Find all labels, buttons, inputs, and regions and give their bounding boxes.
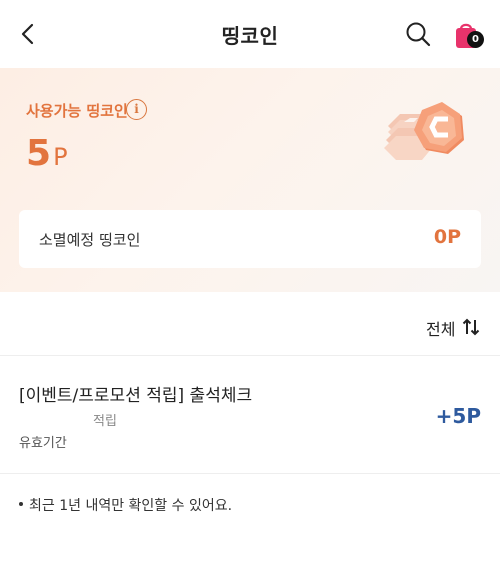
sort-icon[interactable] [462, 317, 480, 337]
search-icon[interactable] [404, 20, 432, 48]
divider [0, 473, 500, 474]
available-coin-amount: 5P [26, 133, 68, 174]
history-item-type: 적립 [93, 414, 117, 429]
history-item-validity-label: 유효기간 [19, 436, 67, 451]
top-app-bar: 띵코인 0 [0, 0, 500, 68]
expiring-coin-card: 소멸예정 띵코인 0P [19, 210, 481, 268]
available-coin-number: 5 [26, 133, 52, 174]
available-coin-unit: P [53, 143, 68, 171]
history-notice-text: 최근 1년 내역만 확인할 수 있어요. [29, 498, 233, 514]
available-coin-label: 사용가능 띵코인 [26, 102, 128, 120]
cart-count-badge: 0 [467, 31, 484, 48]
history-item-amount: +5P [435, 404, 481, 428]
history-notice: 최근 1년 내역만 확인할 수 있어요. [19, 495, 232, 515]
expiring-coin-label: 소멸예정 띵코인 [39, 231, 141, 249]
coin-stack-icon [384, 102, 464, 160]
history-item-title: [이벤트/프로모션 적립] 출석체크 [19, 386, 253, 406]
info-icon[interactable]: i [126, 99, 147, 120]
bullet-icon [19, 502, 23, 506]
expiring-coin-amount: 0P [433, 226, 461, 248]
filter-dropdown[interactable]: 전체 [426, 316, 455, 340]
history-list-item: [이벤트/프로모션 적립] 출석체크 적립 유효기간 +5P [0, 356, 500, 473]
